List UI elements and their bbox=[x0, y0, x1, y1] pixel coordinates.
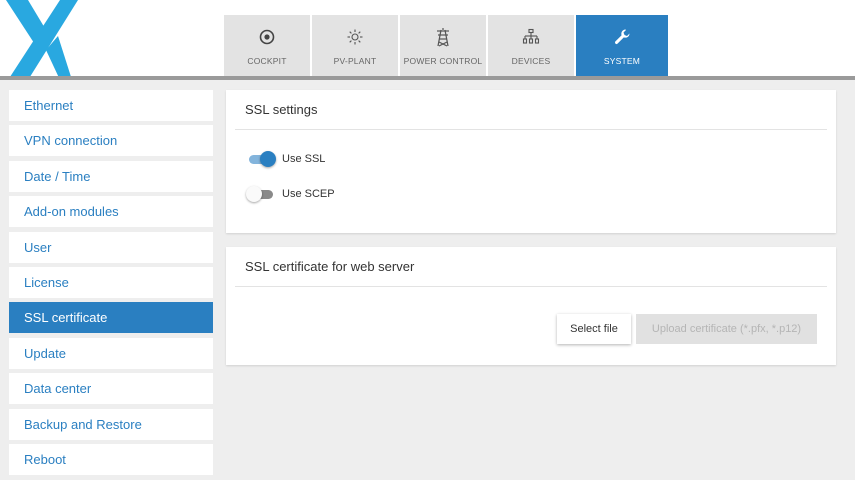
ssl-settings-title: SSL settings bbox=[235, 90, 827, 130]
sidebar-item-reboot[interactable]: Reboot bbox=[9, 443, 213, 475]
network-icon bbox=[520, 26, 542, 48]
header-divider bbox=[0, 76, 855, 80]
brand-logo bbox=[6, 0, 78, 80]
tab-label: POWER CONTROL bbox=[403, 56, 483, 66]
sidebar: Ethernet VPN connection Date / Time Add-… bbox=[9, 90, 213, 479]
sidebar-item-update[interactable]: Update bbox=[9, 337, 213, 369]
sidebar-item-user[interactable]: User bbox=[9, 231, 213, 263]
ssl-settings-card: SSL settings Use SSL Use SCEP bbox=[226, 90, 836, 233]
use-scep-row[interactable]: Use SCEP bbox=[246, 186, 335, 202]
sidebar-item-license[interactable]: License bbox=[9, 266, 213, 298]
sun-icon bbox=[344, 26, 366, 48]
select-file-button[interactable]: Select file bbox=[557, 314, 631, 344]
tab-label: DEVICES bbox=[511, 56, 551, 66]
tab-devices[interactable]: DEVICES bbox=[488, 15, 574, 76]
app-header: COCKPIT PV-PLANT POWER CONTROL DEVICES S… bbox=[0, 0, 855, 80]
tab-cockpit[interactable]: COCKPIT bbox=[224, 15, 310, 76]
tab-power-control[interactable]: POWER CONTROL bbox=[400, 15, 486, 76]
sidebar-item-ssl-certificate[interactable]: SSL certificate bbox=[9, 302, 213, 334]
sidebar-item-date-time[interactable]: Date / Time bbox=[9, 160, 213, 192]
tab-pv-plant[interactable]: PV-PLANT bbox=[312, 15, 398, 76]
tab-label: COCKPIT bbox=[247, 56, 287, 66]
tab-system[interactable]: SYSTEM bbox=[576, 15, 668, 76]
tab-label: SYSTEM bbox=[603, 56, 641, 66]
wrench-icon bbox=[611, 26, 633, 48]
use-ssl-label: Use SSL bbox=[282, 153, 326, 165]
power-tower-icon bbox=[432, 26, 454, 48]
ssl-certificate-title: SSL certificate for web server bbox=[235, 247, 827, 287]
use-ssl-row[interactable]: Use SSL bbox=[246, 151, 325, 167]
upload-certificate-button[interactable]: Upload certificate (*.pfx, *.p12) bbox=[636, 314, 817, 344]
sidebar-item-data-center[interactable]: Data center bbox=[9, 373, 213, 405]
ssl-certificate-card: SSL certificate for web server Select fi… bbox=[226, 247, 836, 365]
sidebar-item-vpn-connection[interactable]: VPN connection bbox=[9, 125, 213, 157]
toggle-thumb bbox=[260, 151, 276, 167]
sidebar-item-ethernet[interactable]: Ethernet bbox=[9, 90, 213, 121]
use-scep-toggle[interactable] bbox=[246, 186, 276, 202]
sidebar-item-backup-and-restore[interactable]: Backup and Restore bbox=[9, 408, 213, 440]
sidebar-item-add-on-modules[interactable]: Add-on modules bbox=[9, 196, 213, 228]
toggle-thumb bbox=[246, 186, 262, 202]
use-scep-label: Use SCEP bbox=[282, 188, 335, 200]
use-ssl-toggle[interactable] bbox=[246, 151, 276, 167]
tab-label: PV-PLANT bbox=[333, 56, 377, 66]
main-nav: COCKPIT PV-PLANT POWER CONTROL DEVICES S… bbox=[224, 15, 668, 76]
target-icon bbox=[256, 26, 278, 48]
